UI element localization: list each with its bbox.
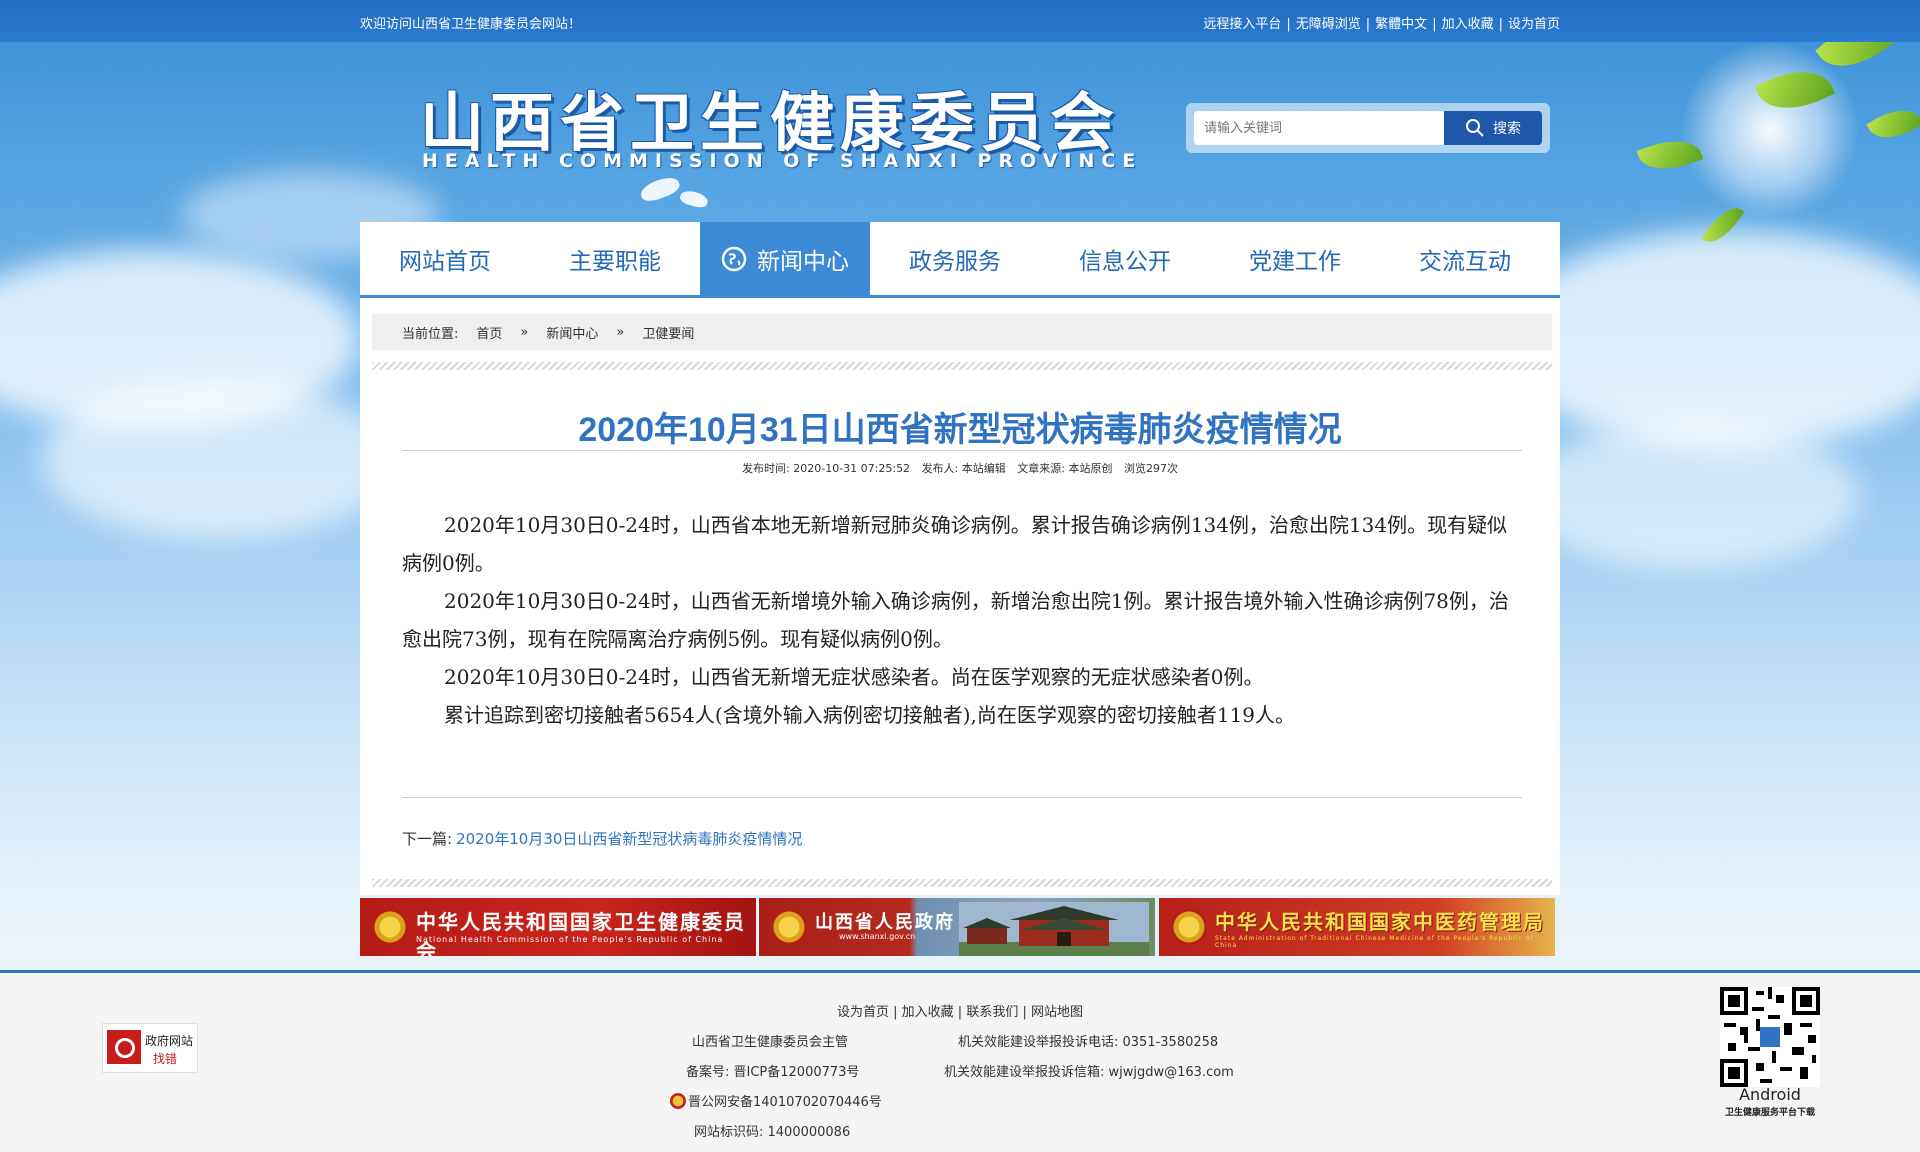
nav-item-label: 新闻中心 [757,248,849,275]
content-panel: 当前位置: 首页 » 新闻中心 » 卫健要闻 2020年10月31日山西省新型冠… [360,298,1560,895]
search-button-label: 搜索 [1493,121,1521,137]
nav-item-label: 信息公开 [1079,248,1171,275]
nav-item-label: 主要职能 [569,248,661,275]
national-emblem-icon [372,909,408,945]
article-paragraph: 2020年10月30日0-24时，山西省本地无新增新冠肺炎确诊病例。累计报告确诊… [402,513,1508,575]
breadcrumb-home[interactable]: 首页 [476,323,502,342]
gov-site-error-badge[interactable]: 政府网站 找错 [102,1023,198,1073]
set-homepage-link[interactable]: 设为首页 [1508,17,1560,32]
breadcrumb-separator: » [520,324,529,340]
cloud-decoration [1520,420,1860,570]
nav-item-home[interactable]: 网站首页 [360,222,530,295]
top-links: 远程接入平台 | 无障碍浏览 | 繁體中文 | 加入收藏 | 设为首页 [1203,17,1560,32]
breadcrumb-news[interactable]: 新闻中心 [546,323,598,342]
footer: 政府网站 找错 设为首页 | 加入收藏 | 联系我们 | 网站地图 山西省卫生健… [0,970,1920,1152]
article-paragraph: 2020年10月30日0-24时，山西省无新增无症状感染者。尚在医学观察的无症状… [444,665,1264,689]
next-article: 下一篇: 2020年10月30日山西省新型冠状病毒肺炎疫情情况 [402,828,802,849]
breadcrumb: 当前位置: 首页 » 新闻中心 » 卫健要闻 [372,314,1552,350]
breadcrumb-separator: » [616,324,625,340]
footer-contact-us[interactable]: 联系我们 [966,1005,1018,1020]
banner-title: 中华人民共和国国家卫生健康委员会 [416,910,746,956]
qr-caption: 卫生健康服务平台下载 [1724,1108,1815,1118]
footer-police-text: 晋公网安备14010702070446号 [688,1095,882,1110]
article-source: 文章来源: 本站原创 [1017,462,1113,475]
nav-item-services[interactable]: 政务服务 [870,222,1040,295]
nav-item-party[interactable]: 党建工作 [1210,222,1380,295]
leaf-decoration [1866,99,1920,149]
next-article-label: 下一篇: [402,830,453,848]
add-favorite-link[interactable]: 加入收藏 [1442,17,1494,32]
site-logo-subtitle: HEALTH COMMISSION OF SHANXI PROVINCE [422,150,1143,172]
banner-subtitle: State Administration of Traditional Chin… [1215,935,1534,949]
accessibility-link[interactable]: 无障碍浏览 [1296,17,1361,32]
nav-item-news[interactable]: 新闻中心 [700,222,870,295]
banner-subtitle: www.shanxi.gov.cn [839,932,916,941]
breadcrumb-current[interactable]: 卫健要闻 [642,323,694,342]
hatched-divider [372,362,1552,370]
national-emblem-icon [1171,909,1207,945]
gov-badge-line2: 找错 [153,1052,178,1066]
hatched-divider [372,879,1552,887]
article-body: 2020年10月30日0-24时，山西省本地无新增新冠肺炎确诊病例。累计报告确诊… [402,506,1524,734]
footer-sitemap[interactable]: 网站地图 [1031,1005,1083,1020]
search-input[interactable] [1194,111,1444,145]
banner-shanxi-gov[interactable]: 山西省人民政府 www.shanxi.gov.cn [759,898,1155,956]
footer-complaint-phone: 机关效能建设举报投诉电话: 0351-3580258 [958,1035,1219,1050]
globe-icon [721,246,747,271]
police-badge-icon [670,1093,686,1109]
remote-access-link[interactable]: 远程接入平台 [1203,17,1281,32]
gov-badge-line1: 政府网站 [145,1034,194,1048]
nav-item-label: 政务服务 [909,248,1001,275]
banner-subtitle: National Health Commission of the People… [416,935,724,944]
main-nav: 网站首页 主要职能 新闻中心 政务服务 信息公开 党建工作 交流互动 [360,222,1560,298]
nav-item-label: 党建工作 [1249,248,1341,275]
footer-add-favorite[interactable]: 加入收藏 [902,1005,954,1020]
footer-links: 设为首页 | 加入收藏 | 联系我们 | 网站地图 [836,1005,1084,1020]
sun-glow [1680,40,1860,220]
building-image [959,902,1149,956]
qr-code [1720,987,1820,1087]
banner-tcm[interactable]: 中华人民共和国国家中医药管理局 State Administration of … [1159,898,1555,956]
nav-item-label: 网站首页 [399,248,491,275]
publish-time: 发布时间: 2020-10-31 07:25:52 [742,462,911,475]
banner-nhc[interactable]: 中华人民共和国国家卫生健康委员会 National Health Commiss… [360,898,756,956]
breadcrumb-label: 当前位置: [402,326,459,342]
search-box: 搜索 [1186,103,1550,153]
next-article-link[interactable]: 2020年10月30日山西省新型冠状病毒肺炎疫情情况 [456,830,802,848]
footer-complaint-email: 机关效能建设举报投诉信箱: wjwjgdw@163.com [944,1065,1234,1080]
search-button[interactable]: 搜索 [1444,111,1542,145]
dove-icon [678,188,710,210]
banner-title: 中华人民共和国国家中医药管理局 [1215,910,1545,934]
footer-police-record[interactable]: 晋公网安备14010702070446号 [670,1091,882,1110]
footer-set-homepage[interactable]: 设为首页 [837,1005,889,1020]
cloud-decoration [1500,230,1920,450]
traditional-chinese-link[interactable]: 繁體中文 [1375,17,1427,32]
footer-icp[interactable]: 备案号: 晋ICP备12000773号 [686,1061,859,1080]
top-bar: 欢迎访问山西省卫生健康委员会网站！ 远程接入平台 | 无障碍浏览 | 繁體中文 | 加入收藏… [0,0,1920,42]
title-divider [402,450,1522,451]
view-count: 浏览297次 [1123,462,1178,475]
article-paragraph: 累计追踪到密切接触者5654人(含境外输入病例密切接触者),尚在医学观察的密切接… [444,703,1296,727]
qr-android-label: Android [1739,1085,1801,1104]
magnifier-icon [107,1030,141,1064]
nav-item-label: 交流互动 [1419,248,1511,275]
dove-icon [638,173,682,205]
publisher: 发布人: 本站编辑 [921,462,1006,475]
nav-item-interaction[interactable]: 交流互动 [1380,222,1550,295]
banner-title: 山西省人民政府 [815,912,955,933]
article-paragraph: 2020年10月30日0-24时，山西省无新增境外输入确诊病例，新增治愈出院1例… [402,589,1509,651]
article-title: 2020年10月31日山西省新型冠状病毒肺炎疫情情况 [578,411,1342,449]
article-meta: 发布时间: 2020-10-31 07:25:52 发布人: 本站编辑 文章来源… [360,460,1560,476]
nav-item-functions[interactable]: 主要职能 [530,222,700,295]
footer-site-id: 网站标识码: 1400000086 [694,1125,851,1140]
article-end-divider [402,797,1522,798]
cloud-decoration [40,380,400,540]
footer-sponsor: 山西省卫生健康委员会主管 [692,1035,849,1050]
nav-item-disclosure[interactable]: 信息公开 [1040,222,1210,295]
national-emblem-icon [771,909,807,945]
welcome-text: 欢迎访问山西省卫生健康委员会网站！ [360,17,582,32]
qr-code-image [1720,987,1820,1087]
search-icon [1466,119,1484,137]
